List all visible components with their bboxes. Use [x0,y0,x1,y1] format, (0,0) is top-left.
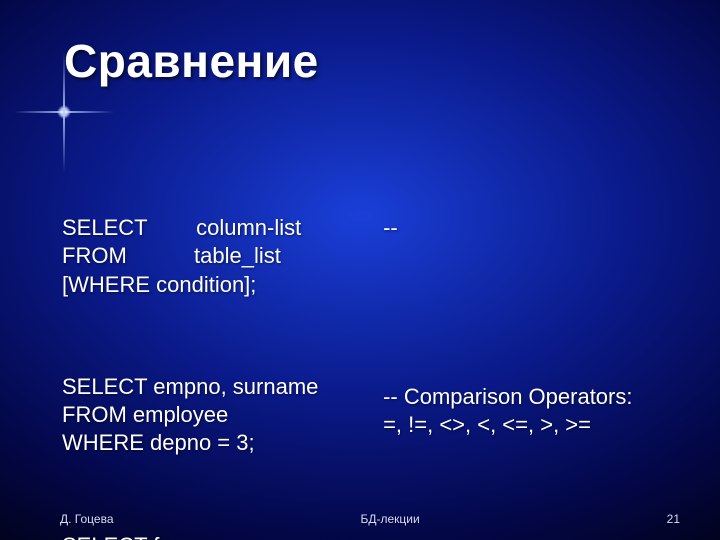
slide-body: SELECT column-list FROM table_list [WHER… [62,158,680,540]
footer-course: БД-лекции [114,512,667,526]
sql-example-2: SELECT forenames, surname FROM employee … [62,532,355,540]
footer-page-number: 21 [667,512,680,526]
sql-example-1: SELECT empno, surname FROM employee WHER… [62,373,355,457]
sql-syntax-block: SELECT column-list FROM table_list [WHER… [62,214,355,298]
spacer [383,299,680,327]
comparison-operators-note: -- Comparison Operators: =, !=, <>, <, <… [383,383,680,439]
slide-footer: Д. Гоцева БД-лекции 21 [0,512,720,526]
left-column: SELECT column-list FROM table_list [WHER… [62,158,355,540]
lens-flare-decoration [34,82,94,142]
footer-author: Д. Гоцева [60,512,114,526]
right-column: -- -- Comparison Operators: =, !=, <>, <… [383,158,680,540]
comment-dashes: -- [383,214,680,242]
slide-title: Сравнение [64,34,319,88]
